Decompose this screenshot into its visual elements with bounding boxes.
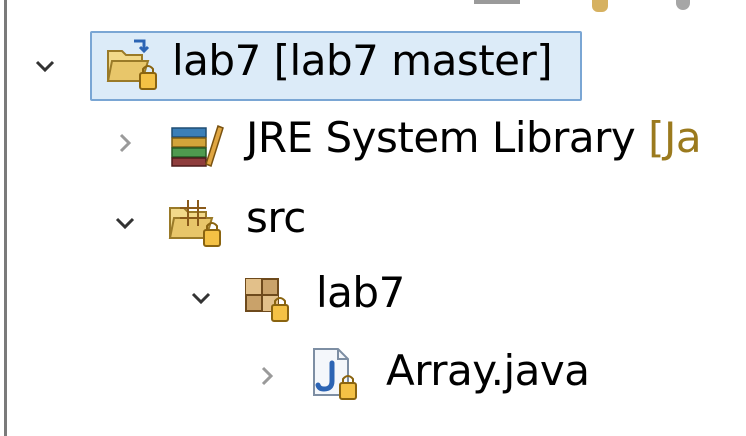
tree-item-project[interactable]: lab7 [lab7 master] [0,25,746,103]
tree-item-jre-library[interactable]: JRE System Library [Ja [0,102,746,180]
tree-item-package[interactable]: lab7 [0,257,746,335]
package-explorer-view: lab7 [lab7 master] JRE System Library [J… [0,0,746,436]
jre-decoration: [Ja [635,113,702,162]
tree-item-src[interactable]: src [0,182,746,260]
library-books-icon [168,112,226,170]
project-folder-icon [104,35,162,93]
chevron-right-icon[interactable] [256,365,278,387]
source-folder-icon [166,192,224,250]
toolbar-remnant [592,0,608,12]
tree-item-name: src [246,193,306,242]
package-icon [240,267,298,325]
tree-item-name: lab7 [316,268,405,317]
toolbar-remnant [474,0,520,4]
git-decoration: [lab7 master] [260,36,553,85]
tree-item-array-java[interactable]: Array.java [0,335,746,413]
chevron-down-icon[interactable] [190,287,212,309]
chevron-right-icon[interactable] [114,132,136,154]
java-file-icon [306,345,364,403]
toolbar-remnant [676,0,690,10]
chevron-down-icon[interactable] [34,55,56,77]
chevron-down-icon[interactable] [114,212,136,234]
tree-item-name: JRE System Library [246,113,636,162]
tree-item-name: lab7 [172,36,261,85]
tree-item-name: Array.java [386,346,590,395]
